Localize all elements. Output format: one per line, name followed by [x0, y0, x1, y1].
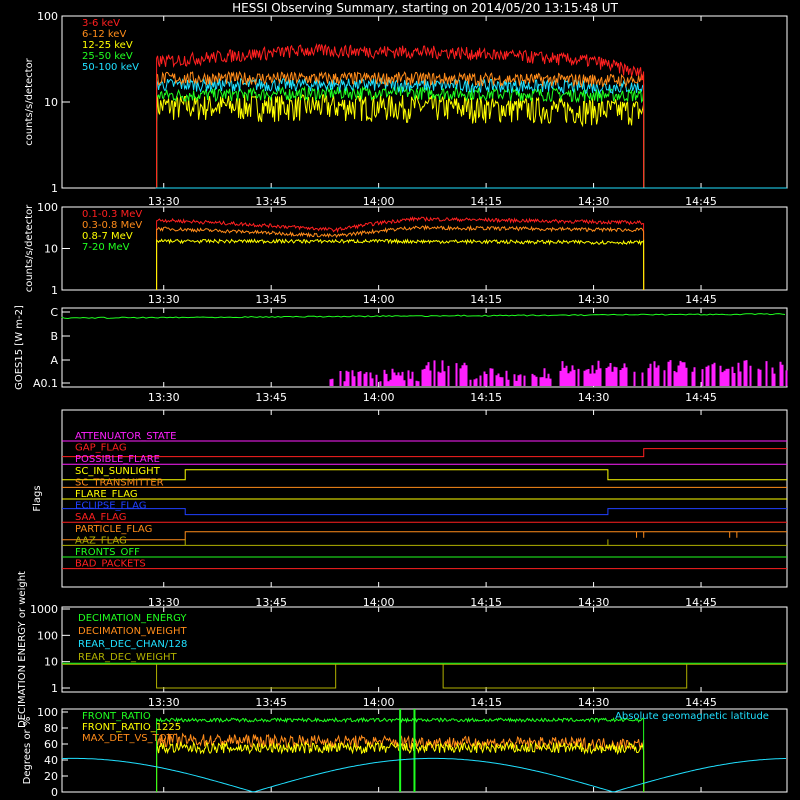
flag-label-1: GAP_FLAG — [75, 443, 127, 454]
flag-label-9: AAZ_FLAG — [75, 535, 127, 546]
gamma-legend-3: 7-20 MeV — [82, 242, 130, 253]
panel-goes-xlabel-1: 13:45 — [255, 391, 287, 404]
panel-goes-xlabel-0: 13:30 — [148, 391, 180, 404]
panel-decimation-xlabel-2: 14:00 — [363, 696, 395, 709]
panel-goes-xlabel-5: 14:45 — [685, 391, 717, 404]
flag-line-3 — [62, 469, 787, 481]
goes-long-series — [61, 313, 786, 320]
panel-hxr-xlabel-0: 13:30 — [148, 195, 180, 208]
panel-hxr-frame — [61, 15, 788, 189]
panel-ratio-ylabel-3: 60 — [44, 738, 58, 751]
geomag-latitude-label: Absolute geomagnetic latitude — [615, 711, 769, 722]
flag-label-10: FRONTS_OFF — [75, 547, 140, 558]
panel-gamma-axis-label: counts/s/detector — [24, 204, 35, 292]
hessi-summary-figure: HESSI Observing Summary, starting on 201… — [14, 1, 788, 799]
panel-goes-ylabel-1: A — [50, 354, 58, 367]
ratio-legend-1: FRONT_RATIO_1225 — [82, 722, 181, 733]
hxr-series-0 — [156, 42, 645, 189]
gamma-series-2 — [156, 238, 645, 291]
panel-goes-ylabel-3: C — [50, 306, 58, 319]
flag-label-11: BAD_PACKETS — [75, 559, 146, 570]
panel-flags-axis-label: Flags — [32, 485, 43, 511]
flag-label-2: POSSIBLE_FLARE — [75, 454, 160, 465]
panel-hxr-axis-label: counts/s/detector — [24, 57, 35, 145]
ratio-legend-0: FRONT_RATIO — [82, 711, 151, 722]
panel-decimation-ylabel-2: 100 — [37, 629, 58, 642]
ratio-legend-2: MAX_DET_VS_TOT — [82, 733, 174, 744]
panel-hxr-ylabel-2: 100 — [37, 10, 58, 23]
panel-decimation-xlabel-1: 13:45 — [255, 696, 287, 709]
panel-hxr-ylabel-1: 10 — [44, 96, 58, 109]
panel-ratio-ylabel-5: 100 — [37, 706, 58, 719]
hxr-legend-0: 3-6 keV — [82, 18, 120, 29]
panel-goes-xlabel-4: 14:30 — [578, 391, 610, 404]
panel-decimation-xlabel-3: 14:15 — [470, 696, 502, 709]
panel-decimation-axis-label: DECIMATION ENERGY or weight — [17, 571, 28, 728]
flag-line-8 — [62, 531, 787, 541]
decimation-legend-1: DECIMATION_WEIGHT — [78, 626, 187, 637]
panel-goes-xlabel-2: 14:00 — [363, 391, 395, 404]
chart-title: HESSI Observing Summary, starting on 201… — [232, 1, 618, 15]
panel-hxr-ylabel-0: 1 — [51, 182, 58, 195]
gamma-series-1 — [156, 224, 645, 291]
gamma-legend-0: 0.1-0.3 MeV — [82, 209, 142, 220]
gamma-legend-1: 0.3-0.8 MeV — [82, 220, 142, 231]
flag-label-4: SC_TRANSMITTER — [75, 477, 164, 488]
panel-decimation-ylabel-3: 1000 — [30, 603, 58, 616]
panel-decimation-ylabel-1: 10 — [44, 656, 58, 669]
panel-ratio-ylabel-4: 80 — [44, 722, 58, 735]
panel-decimation-ylabel-0: 1 — [51, 682, 58, 695]
panel-decimation-xlabel-5: 14:45 — [685, 696, 717, 709]
geomag-latitude-trace — [61, 757, 786, 793]
flag-label-8: PARTICLE_FLAG — [75, 524, 152, 535]
panel-goes-axis-label: GOES15 [W m-2] — [14, 305, 25, 390]
goes-short-series — [329, 360, 788, 386]
panel-ratio-axis-label: Degrees or % — [22, 717, 33, 785]
flag-line-6 — [62, 508, 787, 516]
panel-gamma-xlabel-4: 14:30 — [578, 293, 610, 306]
decimation-legend-2: REAR_DEC_CHAN/128 — [78, 639, 187, 650]
gamma-legend-2: 0.8-7 MeV — [82, 231, 133, 242]
panel-hxr-xlabel-4: 14:30 — [578, 195, 610, 208]
flag-label-7: SAA_FLAG — [75, 512, 126, 523]
panel-gamma-ylabel-0: 1 — [51, 284, 58, 297]
panel-gamma-xlabel-3: 14:15 — [470, 293, 502, 306]
flag-label-3: SC_IN_SUNLIGHT — [75, 466, 161, 477]
panel-decimation-xlabel-0: 13:30 — [148, 696, 180, 709]
panel-goes-xlabel-3: 14:15 — [470, 391, 502, 404]
panel-hxr-xlabel-3: 14:15 — [470, 195, 502, 208]
panel-gamma-xlabel-0: 13:30 — [148, 293, 180, 306]
panel-hxr-xlabel-5: 14:45 — [685, 195, 717, 208]
flag-line-9 — [62, 539, 787, 546]
panel-ratio-ylabel-1: 20 — [44, 770, 58, 783]
panel-gamma-xlabel-2: 14:00 — [363, 293, 395, 306]
panel-hxr-xlabel-1: 13:45 — [255, 195, 287, 208]
hxr-series-2 — [156, 94, 645, 189]
hxr-legend-1: 6-12 keV — [82, 29, 126, 40]
decimation-legend-3: REAR_DEC_WEIGHT — [78, 652, 177, 663]
flag-label-0: ATTENUATOR_STATE — [75, 431, 176, 442]
decimation-weight-trace — [62, 663, 787, 689]
panel-gamma-ylabel-1: 10 — [44, 243, 58, 256]
panel-gamma-xlabel-1: 13:45 — [255, 293, 287, 306]
flag-label-6: ECLIPSE_FLAG — [75, 501, 146, 512]
hxr-series-3 — [156, 85, 645, 189]
hxr-legend-2: 12-25 keV — [82, 40, 133, 51]
panel-hxr-xlabel-2: 14:00 — [363, 195, 395, 208]
panel-gamma-ylabel-2: 100 — [37, 201, 58, 214]
panel-gamma-xlabel-5: 14:45 — [685, 293, 717, 306]
decimation-legend-0: DECIMATION_ENERGY — [78, 613, 187, 624]
panel-goes-ylabel-0: A0.1 — [33, 377, 58, 390]
panel-ratio-ylabel-0: 0 — [51, 786, 58, 799]
flag-line-1 — [62, 448, 787, 458]
flag-label-5: FLARE_FLAG — [75, 489, 138, 500]
panel-goes-ylabel-2: B — [50, 330, 58, 343]
hxr-legend-4: 50-100 keV — [82, 62, 139, 73]
panel-ratio-ylabel-2: 40 — [44, 754, 58, 767]
panel-decimation-xlabel-4: 14:30 — [578, 696, 610, 709]
hxr-legend-3: 25-50 keV — [82, 51, 133, 62]
